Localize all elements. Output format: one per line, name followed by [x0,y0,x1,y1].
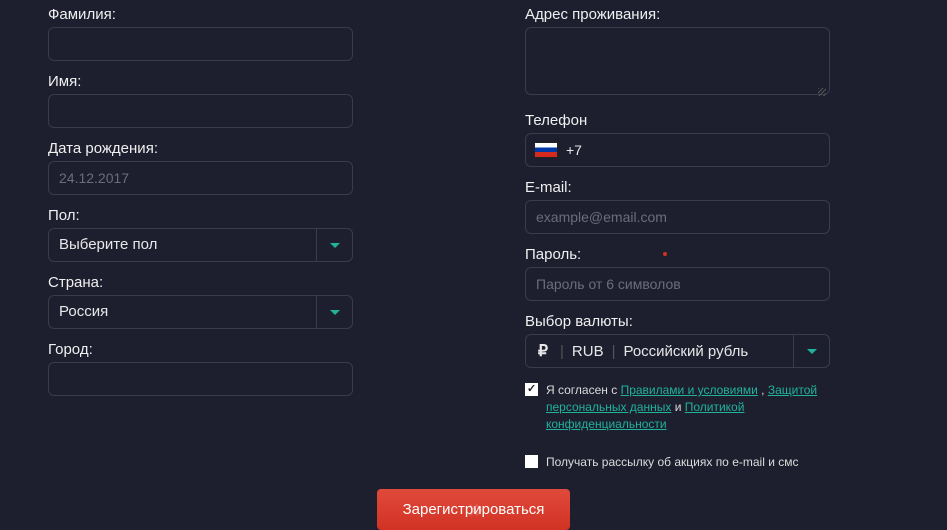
lastname-input[interactable] [48,27,353,61]
lastname-label: Фамилия: [48,0,460,23]
ruble-icon: ₽ [534,342,552,360]
gender-label: Пол: [48,201,460,224]
city-label: Город: [48,335,460,358]
gender-dropdown-arrow[interactable] [317,228,353,262]
country-dropdown-arrow[interactable] [317,295,353,329]
country-select[interactable]: Россия [48,295,353,329]
city-input[interactable] [48,362,353,396]
firstname-label: Имя: [48,67,460,90]
phone-prefix: +7 [566,142,582,158]
firstname-input[interactable] [48,94,353,128]
chevron-down-icon [807,349,817,354]
flag-ru-icon [534,142,558,158]
dob-label: Дата рождения: [48,134,460,157]
gender-value: Выберите пол [48,228,317,262]
email-label: E-mail: [525,173,937,196]
email-input[interactable] [525,200,830,234]
register-button[interactable]: Зарегистрироваться [377,489,571,530]
required-dot-icon [663,252,667,256]
dob-input[interactable] [48,161,353,195]
currency-label: Выбор валюты: [525,307,937,330]
chevron-down-icon [330,243,340,248]
resize-handle-icon[interactable] [818,88,826,96]
chevron-down-icon [330,310,340,315]
address-label: Адрес проживания: [525,0,937,23]
newsletter-checkbox[interactable] [525,455,538,468]
phone-label: Телефон [525,106,937,129]
password-label: Пароль: [525,240,937,263]
agree-checkbox[interactable] [525,383,538,396]
agree-text: Я согласен с Правилами и условиями , Защ… [546,382,830,432]
newsletter-text: Получать рассылку об акциях по e-mail и … [546,454,799,471]
currency-code: RUB [572,343,604,360]
currency-select[interactable]: ₽ | RUB | Российский рубль [525,334,830,368]
country-value: Россия [48,295,317,329]
rules-link[interactable]: Правилами и условиями [621,383,758,397]
currency-name: Российский рубль [623,343,748,360]
country-label: Страна: [48,268,460,291]
gender-select[interactable]: Выберите пол [48,228,353,262]
currency-dropdown-arrow[interactable] [794,334,830,368]
password-input[interactable] [525,267,830,301]
phone-input[interactable]: +7 [525,133,830,167]
address-input[interactable] [525,27,830,95]
